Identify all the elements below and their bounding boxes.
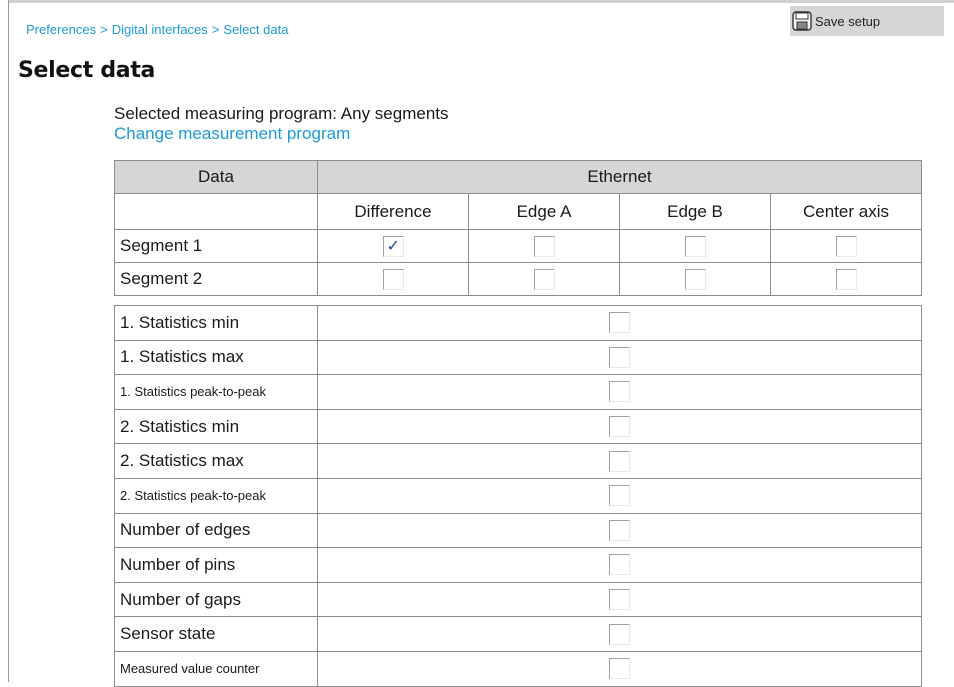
table-row: Segment 2 [114, 262, 922, 296]
table-subheader-row: Difference Edge A Edge B Center axis [114, 193, 922, 230]
cell [770, 229, 922, 263]
list-item: 1. Statistics max [114, 339, 922, 376]
checkbox[interactable] [533, 268, 555, 290]
statistics-label: Number of edges [114, 512, 318, 549]
cell [317, 477, 922, 514]
breadcrumb-separator: > [211, 22, 220, 37]
breadcrumb-separator: > [100, 22, 108, 37]
statistics-label: 1. Statistics min [114, 305, 318, 341]
floppy-disk-icon [792, 11, 812, 31]
cell [770, 262, 922, 296]
breadcrumb-select-data[interactable]: Select data [223, 22, 288, 37]
breadcrumb: Preferences > Digital interfaces > Select da… [26, 22, 288, 37]
statistics-label: Number of pins [114, 547, 318, 583]
segments-table: Data Ethernet Difference Edge A Edge B C… [114, 160, 922, 296]
selected-program-info: Selected measuring program: Any segments [114, 104, 449, 123]
checkbox[interactable] [609, 312, 630, 334]
cell [468, 262, 620, 296]
statistics-label: 2. Statistics peak-to-peak [114, 477, 318, 514]
checkbox[interactable] [609, 416, 630, 438]
list-item: 1. Statistics min [114, 305, 922, 341]
change-measurement-program-link[interactable]: Change measurement program [114, 124, 350, 144]
page-title: Select data [18, 58, 156, 83]
cell [317, 443, 922, 479]
statistics-label: Sensor state [114, 616, 318, 652]
statistics-table: 1. Statistics min 1. Statistics max 1. S… [114, 305, 922, 687]
checkbox[interactable] [609, 623, 630, 645]
save-setup-label: Save setup [815, 13, 881, 29]
checkbox[interactable] [533, 235, 555, 257]
statistics-label: 1. Statistics peak-to-peak [114, 374, 318, 410]
list-item: 2. Statistics peak-to-peak [114, 477, 922, 514]
segment-label: Segment 1 [114, 229, 318, 263]
statistics-label: 1. Statistics max [114, 339, 318, 376]
checkbox[interactable] [609, 519, 630, 541]
list-item: Number of pins [114, 547, 922, 583]
checkbox[interactable] [835, 235, 857, 257]
list-item: 2. Statistics min [114, 408, 922, 445]
window-top-border [8, 0, 954, 3]
checkbox[interactable] [382, 268, 404, 290]
cell [317, 616, 922, 652]
checkbox[interactable] [609, 658, 630, 680]
checkbox[interactable] [684, 268, 706, 290]
checkbox[interactable] [835, 268, 857, 290]
checkbox[interactable] [609, 450, 630, 472]
list-item: Number of edges [114, 512, 922, 549]
checkbox[interactable] [382, 235, 404, 257]
list-item: Measured value counter [114, 650, 922, 687]
column-edge-b: Edge B [619, 193, 771, 230]
column-center-axis: Center axis [770, 193, 922, 230]
cell [317, 581, 922, 618]
header-ethernet: Ethernet [317, 160, 922, 194]
list-item: 1. Statistics peak-to-peak [114, 374, 922, 410]
statistics-label: 2. Statistics min [114, 408, 318, 445]
checkbox[interactable] [609, 346, 630, 368]
cell [317, 262, 469, 296]
cell [317, 650, 922, 687]
save-setup-button[interactable]: Save setup [790, 6, 944, 36]
statistics-label: Measured value counter [114, 650, 318, 687]
column-difference: Difference [317, 193, 469, 230]
cell [317, 305, 922, 341]
list-item: 2. Statistics max [114, 443, 922, 479]
cell [317, 408, 922, 445]
checkbox[interactable] [684, 235, 706, 257]
breadcrumb-preferences[interactable]: Preferences [26, 22, 96, 37]
cell [317, 374, 922, 410]
table-row: Segment 1 [114, 229, 922, 263]
checkbox[interactable] [609, 589, 630, 611]
list-item: Number of gaps [114, 581, 922, 618]
window-left-border [8, 0, 9, 682]
checkbox[interactable] [609, 554, 630, 576]
cell [468, 229, 620, 263]
statistics-label: 2. Statistics max [114, 443, 318, 479]
list-item: Sensor state [114, 616, 922, 652]
statistics-label: Number of gaps [114, 581, 318, 618]
table-header-row: Data Ethernet [114, 160, 922, 194]
column-edge-a: Edge A [468, 193, 620, 230]
cell [317, 512, 922, 549]
cell [317, 229, 469, 263]
cell [317, 547, 922, 583]
cell [317, 339, 922, 376]
cell [619, 229, 771, 263]
segment-label: Segment 2 [114, 262, 318, 296]
subheader-empty [114, 193, 318, 230]
header-data: Data [114, 160, 318, 194]
checkbox[interactable] [609, 485, 630, 507]
checkbox[interactable] [609, 381, 630, 403]
cell [619, 262, 771, 296]
breadcrumb-digital-interfaces[interactable]: Digital interfaces [112, 22, 208, 37]
